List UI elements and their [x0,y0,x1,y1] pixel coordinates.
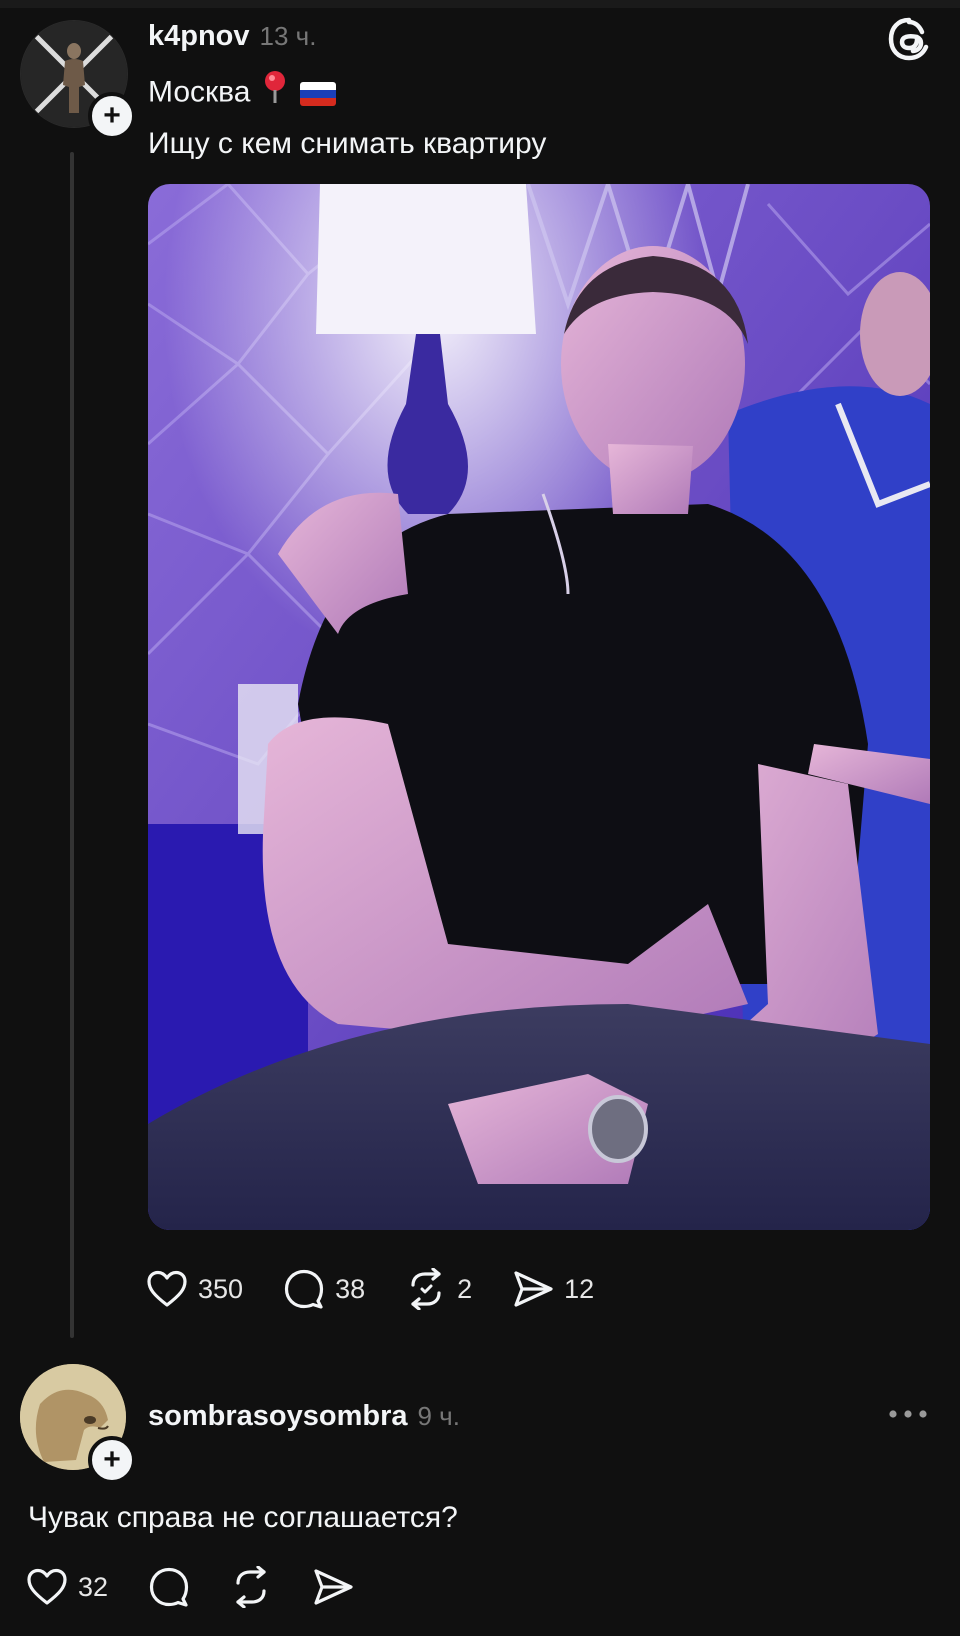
reply-repost-button[interactable] [230,1566,272,1608]
more-options-icon[interactable] [888,1404,928,1424]
heart-icon [147,1270,187,1307]
post-username[interactable]: k4pnov [148,20,250,52]
send-icon [514,1271,553,1307]
post-photo[interactable] [148,184,930,1230]
follow-plus-button[interactable]: + [88,92,136,140]
reply-actions: 32 [26,1562,394,1612]
reply-like-count: 32 [78,1571,109,1602]
repost-button[interactable]: 2 [405,1268,472,1310]
reply-header: sombrasoysombra 9 ч. [148,1396,460,1436]
post-text: Ищу с кем снимать квартиру [148,127,547,160]
post-timestamp: 13 ч. [259,21,317,51]
share-button[interactable]: 12 [512,1269,594,1309]
repost-count: 2 [457,1273,473,1304]
photo-image [148,184,930,1230]
reply-follow-plus-button[interactable]: + [88,1436,136,1484]
repost-icon [411,1268,441,1310]
comment-icon [284,1269,324,1309]
send-icon [314,1569,353,1605]
reply-comment-button[interactable] [148,1566,190,1608]
threads-logo-icon[interactable] [886,16,932,62]
thread-connector-line [70,152,74,1338]
comment-icon [149,1567,189,1607]
russia-flag-icon [300,81,337,106]
round-pushpin-icon [262,70,288,117]
like-count: 350 [198,1273,244,1304]
like-button[interactable]: 350 [146,1269,243,1309]
reply-text: Чувак справа не соглашается? [28,1501,458,1534]
reply-share-button[interactable] [312,1567,354,1607]
post-actions: 350 38 2 12 [146,1264,634,1314]
comment-count: 38 [335,1273,366,1304]
heart-icon [27,1568,67,1605]
reply-username[interactable]: sombrasoysombra [148,1400,408,1432]
share-count: 12 [564,1273,595,1304]
reply-timestamp: 9 ч. [417,1401,460,1431]
post-location: Москва [148,75,251,109]
repost-icon [236,1566,266,1608]
post-location-line: Москва [148,70,337,117]
post-header: k4pnov 13 ч. [148,16,316,56]
top-divider [0,0,960,8]
comment-button[interactable]: 38 [283,1268,365,1310]
reply-like-button[interactable]: 32 [26,1567,108,1607]
